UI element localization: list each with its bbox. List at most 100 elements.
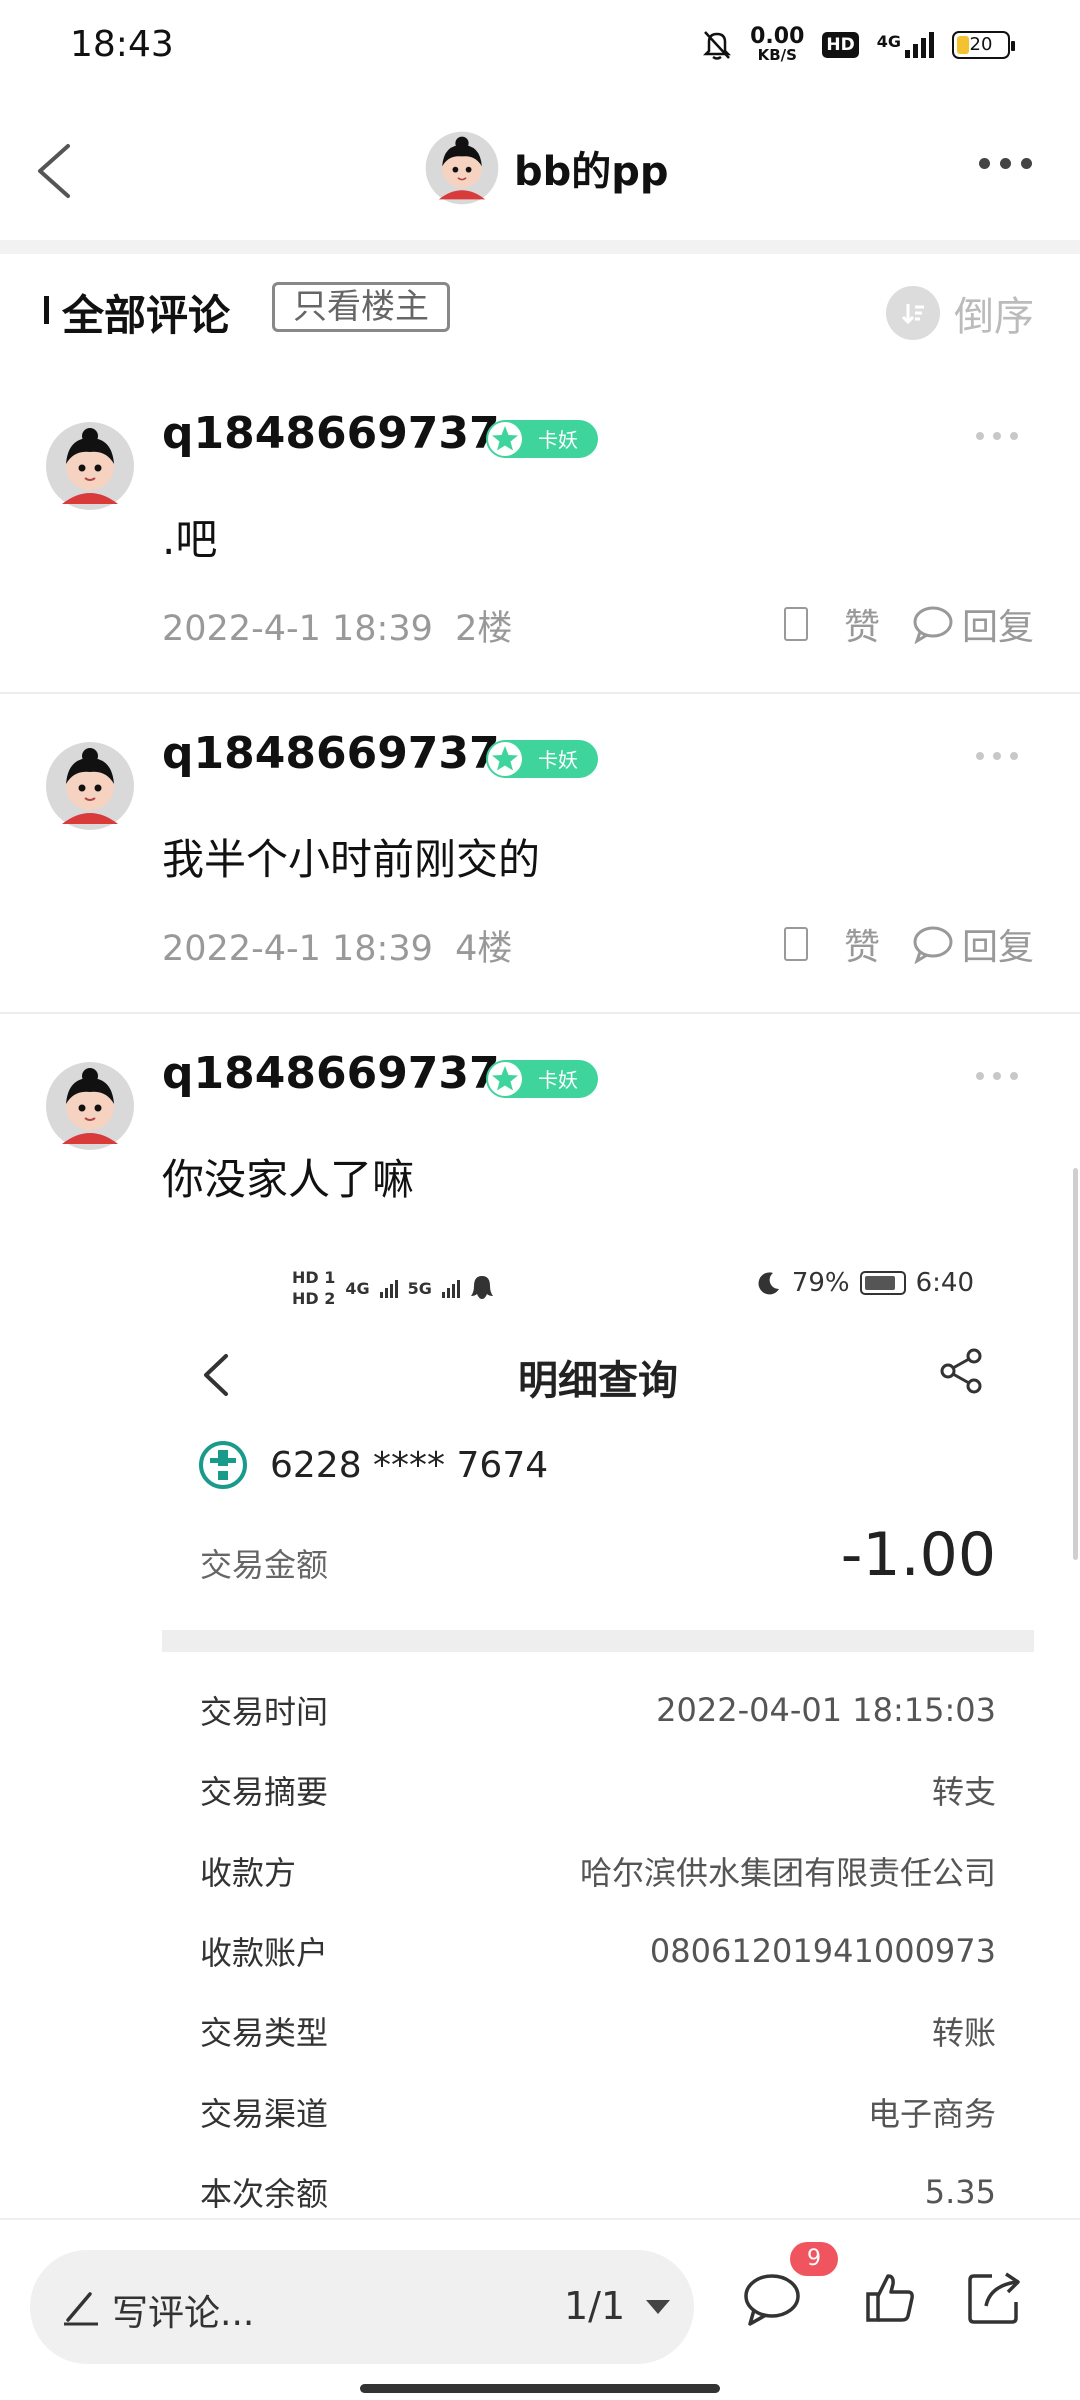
net-speed-value: 0.00: [750, 24, 805, 49]
level-badge-icon: 卡妖: [486, 420, 598, 458]
comment-time: 2022-4-1 18:39: [162, 609, 433, 649]
reply-label[interactable]: 回复: [962, 918, 1034, 970]
comment-item: q1848669737 卡妖 你没家人了嘛: [0, 1042, 1080, 1242]
embedded-detail-row: 交易摘要 转支: [200, 1760, 996, 1820]
embedded-detail-row: 收款方 哈尔滨供水集团有限责任公司: [200, 1841, 996, 1901]
reply-icon[interactable]: [912, 604, 954, 644]
detail-key: 本次余额: [200, 2175, 329, 2213]
comment-divider: [0, 1012, 1080, 1014]
comment-username[interactable]: q1848669737: [162, 728, 500, 779]
embedded-detail-row: 交易类型 转账: [200, 2001, 996, 2061]
detail-key: 收款方: [200, 1854, 297, 1892]
pencil-icon: [64, 2292, 98, 2326]
like-icon[interactable]: [783, 607, 808, 641]
embedded-card-number: 6228 **** 7674: [270, 1444, 549, 1486]
embedded-hd2: HD 2: [292, 1289, 336, 1308]
comment-floor: 2楼: [455, 609, 513, 649]
comment-more-button[interactable]: [976, 432, 1018, 440]
level-badge-icon: 卡妖: [486, 1060, 598, 1098]
level-badge-icon: 卡妖: [486, 740, 598, 778]
net-speed-unit: KB/S: [757, 46, 797, 64]
battery-level: 20: [969, 34, 993, 55]
battery-icon: 20: [952, 30, 1015, 59]
section-marker: [44, 296, 49, 324]
comment-text: 你没家人了嘛: [162, 1155, 415, 1204]
section-divider: [0, 240, 1080, 254]
detail-value: 5.35: [924, 2173, 996, 2211]
badge-label: 卡妖: [538, 428, 578, 452]
reply-label[interactable]: 回复: [962, 598, 1034, 650]
mute-bell-icon: [703, 30, 732, 60]
moon-icon: [758, 1272, 779, 1295]
sort-label: 倒序: [954, 294, 1034, 340]
embedded-status-left: HD 1 HD 2 4G 5G: [292, 1268, 494, 1308]
avatar[interactable]: [44, 420, 136, 512]
dot-icon: [1021, 158, 1032, 169]
comment-item: q1848669737 卡妖 我半个小时前刚交的 2022-4-1 18:39 …: [0, 722, 1080, 1012]
comment-username[interactable]: q1848669737: [162, 1048, 500, 1099]
comment-username[interactable]: q1848669737: [162, 408, 500, 459]
chevron-down-icon[interactable]: [646, 2300, 670, 2314]
like-label[interactable]: 赞: [844, 918, 880, 970]
badge-label: 卡妖: [538, 748, 578, 772]
scrollbar[interactable]: [1073, 1168, 1078, 1560]
status-bar: 18:43 0.00 KB/S HD 4G 20: [0, 0, 1080, 96]
embedded-detail-row: 本次余额 5.35: [200, 2162, 996, 2222]
comment-text: 我半个小时前刚交的: [162, 835, 541, 884]
comment-divider: [0, 692, 1080, 694]
all-comments-title: 全部评论: [62, 291, 231, 340]
dot-icon: [979, 158, 990, 169]
detail-value: 08061201941000973: [649, 1932, 996, 1970]
comment-icon[interactable]: [742, 2272, 802, 2328]
avatar[interactable]: [44, 1060, 136, 1152]
op-only-button[interactable]: 只看楼主: [272, 282, 450, 332]
sort-icon: [886, 286, 940, 340]
detail-value: 2022-04-01 18:15:03: [656, 1691, 996, 1729]
page-indicator[interactable]: 1/1: [564, 2284, 625, 2328]
embedded-detail-row: 收款账户 08061201941000973: [200, 1921, 996, 1981]
comment-time: 2022-4-1 18:39: [162, 929, 433, 969]
comment-image[interactable]: HD 1 HD 2 4G 5G 79% 6:40 明细查询 6228 **** …: [162, 1250, 1034, 2225]
net-speed: 0.00 KB/S: [750, 26, 804, 63]
thread-title-wrap[interactable]: bb的pp: [424, 130, 669, 206]
avatar[interactable]: [424, 130, 500, 206]
network-type: 4G: [876, 31, 901, 51]
detail-value: 电子商务: [867, 2095, 996, 2133]
detail-value: 转支: [931, 1773, 996, 1811]
status-icons: 0.00 KB/S HD 4G 20: [702, 26, 1015, 63]
bottom-bar: 写评论... 1/1 9: [0, 2218, 1080, 2400]
comment-meta: 2022-4-1 18:39 4楼: [162, 920, 512, 971]
comment-more-button[interactable]: [976, 1072, 1018, 1080]
comment-more-button[interactable]: [976, 752, 1018, 760]
detail-key: 交易摘要: [200, 1773, 329, 1811]
embedded-card-info: 6228 **** 7674: [198, 1440, 548, 1490]
detail-key: 交易时间: [200, 1693, 329, 1731]
page-title: bb的pp: [514, 149, 669, 195]
home-indicator[interactable]: [360, 2384, 720, 2393]
like-label[interactable]: 赞: [844, 598, 880, 650]
write-comment-placeholder: 写评论...: [112, 2293, 255, 2334]
status-time: 18:43: [70, 24, 174, 65]
comment-text: .吧: [162, 515, 218, 564]
embedded-time: 6:40: [915, 1268, 974, 1298]
like-icon[interactable]: [783, 927, 808, 961]
detail-key: 交易渠道: [200, 2095, 329, 2133]
avatar[interactable]: [44, 740, 136, 832]
qq-icon: [470, 1276, 493, 1299]
share-icon[interactable]: [966, 2268, 1024, 2326]
more-options-button[interactable]: [979, 158, 1032, 169]
battery-icon: [859, 1271, 906, 1295]
embedded-battery-pct: 79%: [791, 1268, 850, 1298]
reply-icon[interactable]: [912, 924, 954, 964]
embedded-net2: 5G: [407, 1278, 432, 1298]
dot-icon: [1000, 158, 1011, 169]
signal-icon: [441, 1278, 460, 1298]
write-comment-box[interactable]: 写评论... 1/1: [30, 2250, 694, 2364]
back-button[interactable]: [28, 136, 88, 206]
embedded-amount-label: 交易金额: [200, 1546, 329, 1584]
thumbs-up-icon[interactable]: [864, 2270, 916, 2326]
embedded-detail-row: 交易时间 2022-04-01 18:15:03: [200, 1680, 996, 1740]
signal-icon: 4G: [876, 31, 934, 58]
sort-button[interactable]: 倒序: [886, 284, 1034, 342]
detail-value: 哈尔滨供水集团有限责任公司: [579, 1854, 996, 1892]
